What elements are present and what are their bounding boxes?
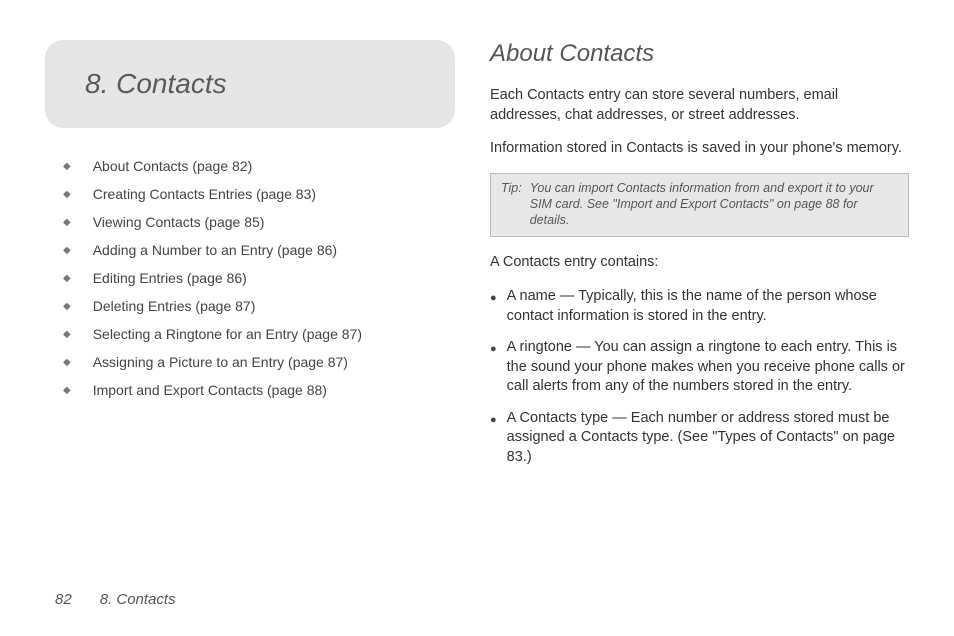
diamond-icon: ◆ (63, 357, 71, 368)
tip-box: Tip: You can import Contacts information… (490, 173, 909, 238)
diamond-icon: ◆ (63, 161, 71, 172)
toc-item: ◆ About Contacts (page 82) (63, 158, 455, 174)
diamond-icon: ◆ (63, 329, 71, 340)
toc-label: About Contacts (page 82) (93, 158, 253, 174)
section-title: About Contacts (490, 40, 909, 68)
toc-label: Viewing Contacts (page 85) (93, 214, 265, 230)
diamond-icon: ◆ (63, 385, 71, 396)
toc-item: ◆ Creating Contacts Entries (page 83) (63, 186, 455, 202)
bullet-icon: ● (490, 342, 497, 357)
diamond-icon: ◆ (63, 301, 71, 312)
diamond-icon: ◆ (63, 245, 71, 256)
body-paragraph: A Contacts entry contains: (490, 253, 909, 273)
toc-label: Adding a Number to an Entry (page 86) (93, 242, 337, 258)
diamond-icon: ◆ (63, 217, 71, 228)
toc-label: Deleting Entries (page 87) (93, 298, 256, 314)
toc-item: ◆ Viewing Contacts (page 85) (63, 214, 455, 230)
bullet-text: A Contacts type — Each number or address… (507, 409, 909, 468)
body-paragraph: Each Contacts entry can store several nu… (490, 86, 909, 125)
bullet-text: A name — Typically, this is the name of … (507, 287, 909, 326)
chapter-title: 8. Contacts (85, 68, 425, 100)
toc-list: ◆ About Contacts (page 82) ◆ Creating Co… (45, 158, 455, 398)
toc-label: Editing Entries (page 86) (93, 270, 247, 286)
bullet-list: ● A name — Typically, this is the name o… (490, 287, 909, 468)
toc-item: ◆ Assigning a Picture to an Entry (page … (63, 354, 455, 370)
footer-chapter-ref: 8. Contacts (100, 591, 176, 608)
tip-text: You can import Contacts information from… (530, 180, 898, 229)
toc-item: ◆ Adding a Number to an Entry (page 86) (63, 242, 455, 258)
body-paragraph: Information stored in Contacts is saved … (490, 139, 909, 159)
bullet-item: ● A name — Typically, this is the name o… (490, 287, 909, 326)
toc-label: Creating Contacts Entries (page 83) (93, 186, 316, 202)
diamond-icon: ◆ (63, 189, 71, 200)
toc-item: ◆ Editing Entries (page 86) (63, 270, 455, 286)
toc-label: Import and Export Contacts (page 88) (93, 382, 327, 398)
chapter-header: 8. Contacts (45, 40, 455, 128)
right-column: About Contacts Each Contacts entry can s… (490, 40, 909, 480)
diamond-icon: ◆ (63, 273, 71, 284)
page-content: 8. Contacts ◆ About Contacts (page 82) ◆… (0, 0, 954, 500)
toc-item: ◆ Import and Export Contacts (page 88) (63, 382, 455, 398)
tip-label: Tip: (501, 180, 522, 229)
left-column: 8. Contacts ◆ About Contacts (page 82) ◆… (45, 40, 455, 480)
toc-item: ◆ Deleting Entries (page 87) (63, 298, 455, 314)
toc-label: Selecting a Ringtone for an Entry (page … (93, 326, 362, 342)
bullet-item: ● A Contacts type — Each number or addre… (490, 409, 909, 468)
page-number: 82 (55, 591, 72, 608)
bullet-item: ● A ringtone — You can assign a ringtone… (490, 338, 909, 397)
toc-label: Assigning a Picture to an Entry (page 87… (93, 354, 348, 370)
bullet-text: A ringtone — You can assign a ringtone t… (507, 338, 909, 397)
bullet-icon: ● (490, 413, 497, 428)
page-footer: 82 8. Contacts (55, 591, 176, 608)
toc-item: ◆ Selecting a Ringtone for an Entry (pag… (63, 326, 455, 342)
bullet-icon: ● (490, 291, 497, 306)
